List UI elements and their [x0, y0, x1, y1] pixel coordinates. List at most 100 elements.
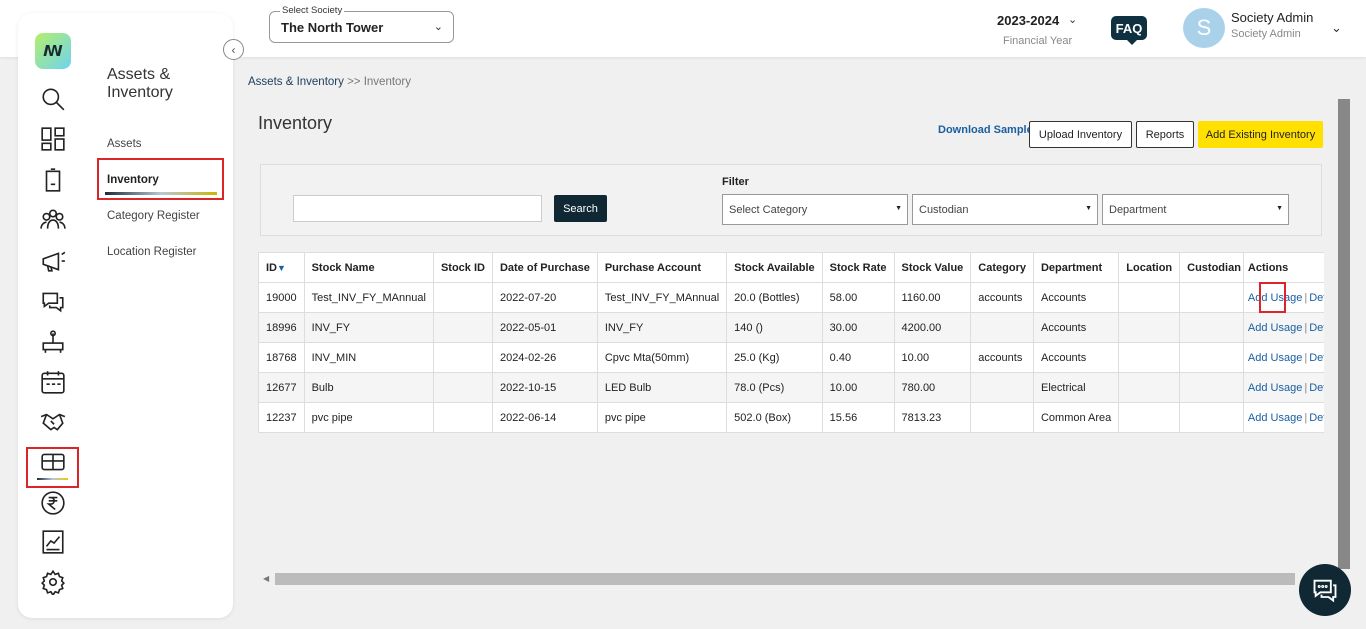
dashboard-icon[interactable]: [38, 124, 68, 154]
breadcrumb-current: Inventory: [363, 76, 412, 88]
action-separator: |: [1304, 291, 1308, 304]
calendar-icon[interactable]: [38, 367, 68, 397]
category-select[interactable]: Select Category: [722, 194, 908, 225]
table-cell: [432, 342, 493, 373]
table-cell: INV_FY: [303, 312, 434, 343]
column-header-department: Department: [1032, 252, 1120, 283]
department-select[interactable]: Department: [1102, 194, 1289, 225]
submenu-item-assets[interactable]: Assets: [107, 138, 142, 150]
table-cell: 78.0 (Pcs): [726, 372, 823, 403]
download-sample-link[interactable]: Download Sample: [938, 124, 1033, 136]
collapse-sidebar-button[interactable]: ‹: [223, 39, 244, 60]
column-header-location: Location: [1118, 252, 1181, 283]
search-button[interactable]: Search: [554, 195, 607, 222]
table-cell: [1118, 312, 1181, 343]
column-header-id[interactable]: ID▼: [258, 252, 305, 283]
handshake-icon[interactable]: [38, 406, 68, 436]
table-cell: 12677: [258, 372, 305, 403]
table-cell: [1179, 282, 1244, 313]
table-header-row: ID▼ Stock Name Stock ID Date of Purchase…: [258, 252, 1366, 283]
action-separator: |: [1304, 321, 1308, 334]
table-cell: 30.00: [821, 312, 895, 343]
table-cell: Bulb: [303, 372, 434, 403]
financial-year-select[interactable]: 2023-2024: [997, 13, 1059, 28]
support-chat-button[interactable]: [1299, 564, 1351, 616]
rupee-icon[interactable]: [38, 488, 68, 518]
horizontal-scrollbar-thumb[interactable]: [275, 573, 1295, 585]
user-name[interactable]: Society Admin: [1231, 10, 1313, 25]
reports-icon[interactable]: [38, 527, 68, 557]
submenu-title: Assets & Inventory: [107, 66, 173, 101]
table-cell: accounts: [970, 282, 1034, 313]
search-input[interactable]: [293, 195, 542, 222]
building-icon[interactable]: [38, 165, 68, 195]
financial-year-label: Financial Year: [1003, 35, 1073, 47]
app-logo[interactable]: ꟿ: [35, 33, 71, 69]
chevron-down-icon[interactable]: ⌄: [1331, 20, 1342, 36]
filter-label: Filter: [722, 176, 749, 188]
action-separator: |: [1304, 351, 1308, 364]
table-cell: [1118, 372, 1181, 403]
table-cell: [1179, 342, 1244, 373]
breadcrumb-separator: >>: [343, 76, 364, 88]
table-cell: 58.00: [821, 282, 895, 313]
table-cell: 1160.00: [893, 282, 972, 313]
table-cell: 2022-06-14: [491, 402, 598, 433]
search-icon[interactable]: [38, 84, 68, 114]
society-select-label: Select Society: [280, 5, 345, 16]
add-existing-inventory-button[interactable]: Add Existing Inventory: [1198, 121, 1323, 148]
submenu-item-location-register[interactable]: Location Register: [107, 246, 197, 258]
add-usage-link[interactable]: Add Usage: [1248, 352, 1302, 364]
table-row: 12237 pvc pipe 2022-06-14 pvc pipe 502.0 (Bo…: [258, 402, 1366, 433]
table-cell: Electrical: [1032, 372, 1120, 403]
table-cell: 10.00: [821, 372, 895, 403]
table-cell: Accounts: [1032, 282, 1120, 313]
society-select[interactable]: Select Society The North Tower ⌄: [269, 5, 454, 43]
custodian-select[interactable]: Custodian: [912, 194, 1098, 225]
table-cell: pvc pipe: [303, 402, 434, 433]
table-cell: accounts: [970, 342, 1034, 373]
assets-nav-underline: [37, 478, 68, 480]
user-role: Society Admin: [1231, 28, 1301, 40]
society-select-value: The North Tower: [281, 20, 384, 35]
add-usage-link[interactable]: Add Usage: [1248, 412, 1302, 424]
amenities-icon[interactable]: [38, 327, 68, 357]
table-cell: 2022-10-15: [491, 372, 598, 403]
inventory-underline: [105, 192, 217, 195]
breadcrumb-parent-link[interactable]: Assets & Inventory: [248, 76, 344, 88]
column-header-category: Category: [970, 252, 1034, 283]
faq-button[interactable]: FAQ: [1111, 16, 1147, 45]
table-row: 18996 INV_FY 2022-05-01 INV_FY 140 () 30.00 42…: [258, 312, 1366, 343]
column-header-stock-name: Stock Name: [303, 252, 434, 283]
add-usage-link[interactable]: Add Usage: [1248, 382, 1302, 394]
column-header-stock-value: Stock Value: [893, 252, 972, 283]
chevron-down-icon[interactable]: ⌄: [1068, 13, 1077, 26]
settings-icon[interactable]: [38, 567, 68, 597]
table-cell: 2022-05-01: [491, 312, 598, 343]
chevron-down-icon: ⌄: [433, 21, 443, 33]
vertical-scrollbar[interactable]: [1338, 99, 1350, 569]
sort-desc-icon[interactable]: ▼: [277, 263, 286, 273]
submenu-item-category-register[interactable]: Category Register: [107, 210, 200, 222]
table-cell: [432, 402, 493, 433]
scroll-left-arrow-icon[interactable]: ◀: [263, 574, 269, 583]
members-icon[interactable]: [38, 205, 68, 235]
table-cell: [432, 282, 493, 313]
announcement-icon[interactable]: [38, 246, 68, 276]
add-usage-link[interactable]: Add Usage: [1248, 322, 1302, 334]
upload-inventory-button[interactable]: Upload Inventory: [1029, 121, 1132, 148]
table-cell: 25.0 (Kg): [726, 342, 823, 373]
chat-icon[interactable]: [38, 286, 68, 316]
table-cell: Common Area: [1032, 402, 1120, 433]
column-header-stock-available: Stock Available: [726, 252, 823, 283]
table-row: 19000 Test_INV_FY_MAnnual 2022-07-20 Test_I…: [258, 282, 1366, 313]
table-cell: [970, 372, 1034, 403]
avatar[interactable]: S: [1183, 8, 1225, 48]
table-cell: 20.0 (Bottles): [726, 282, 823, 313]
reports-button[interactable]: Reports: [1136, 121, 1194, 148]
table-cell: 12237: [258, 402, 305, 433]
table-cell: Test_INV_FY_MAnnual: [596, 282, 728, 313]
table-cell: INV_FY: [596, 312, 728, 343]
table-cell: 2024-02-26: [491, 342, 598, 373]
table-cell: 7813.23: [893, 402, 972, 433]
